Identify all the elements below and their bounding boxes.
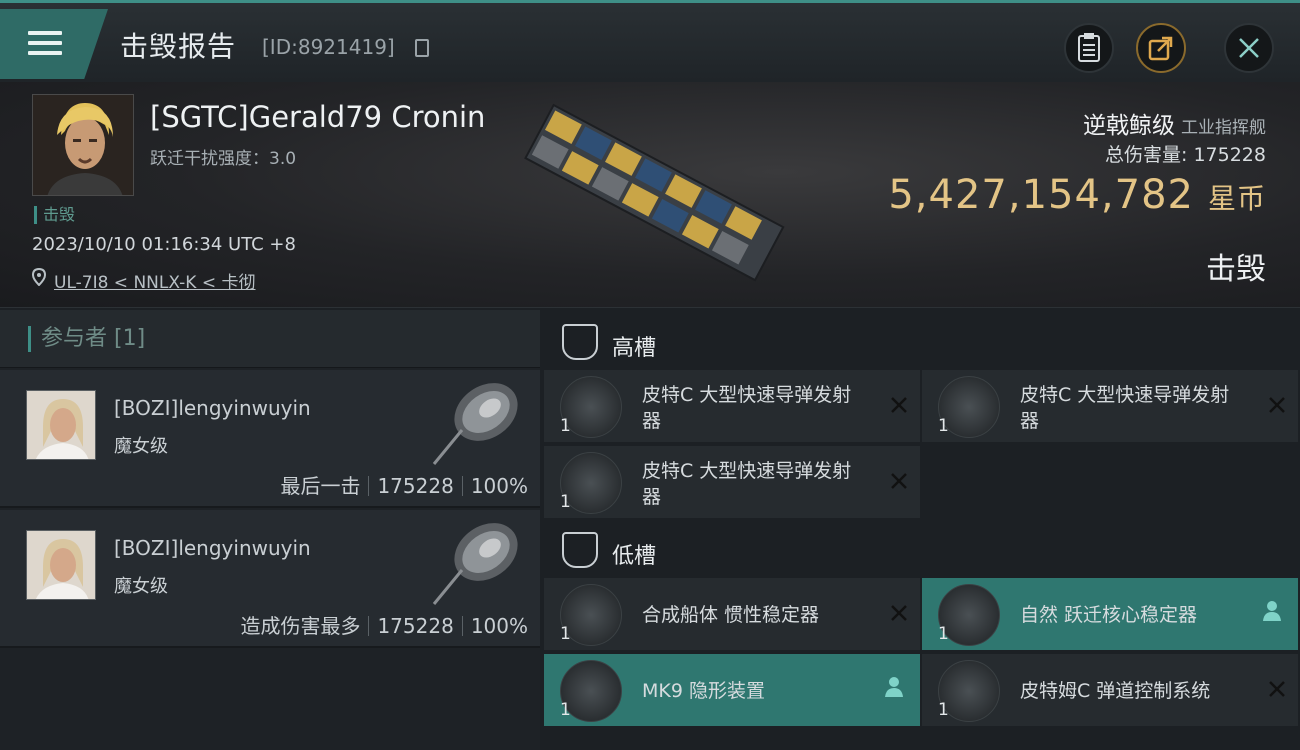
location-pin-icon xyxy=(32,268,46,286)
character-portrait xyxy=(27,531,95,599)
kill-datetime: 2023/10/10 01:16:34 UTC +8 xyxy=(32,234,296,255)
stat-divider xyxy=(368,616,370,636)
participant-role: 最后一击 xyxy=(280,474,361,498)
participants-title: 参与者 [1] xyxy=(28,326,145,352)
module-quantity: 1 xyxy=(560,416,571,436)
destroyed-x-icon xyxy=(891,473,907,489)
menu-button[interactable] xyxy=(0,9,108,79)
stat-divider xyxy=(368,476,370,496)
share-icon xyxy=(1148,36,1173,61)
warp-disruption-strength: 跃迁干扰强度：3.0 xyxy=(150,149,297,169)
module-item[interactable]: 1 皮特C 大型快速导弹发射器 xyxy=(544,370,920,442)
module-item[interactable]: 1 合成船体 惯性稳定器 xyxy=(544,578,920,650)
module-name: 合成船体 惯性稳定器 xyxy=(642,604,820,626)
module-quantity: 1 xyxy=(560,624,571,644)
high-slot-label: 高槽 xyxy=(612,336,657,361)
fittings-panel: 高槽 1 皮特C 大型快速导弹发射器 1 皮特C 大型快速导弹发射器 1 皮特C… xyxy=(542,310,1300,750)
ship-class-name: 逆戟鲸级 xyxy=(1083,113,1175,139)
destroyed-x-icon xyxy=(891,397,907,413)
menu-icon-bar xyxy=(28,41,62,45)
module-quantity: 1 xyxy=(938,700,949,720)
low-slot-icon xyxy=(562,532,598,568)
participant-damage: 175228 xyxy=(377,474,454,498)
high-slot-header: 高槽 xyxy=(542,312,1300,372)
isk-unit: 星币 xyxy=(1207,182,1266,215)
kill-summary: [SGTC]Gerald79 Cronin 跃迁干扰强度：3.0 击毁 2023… xyxy=(0,82,1300,308)
isk-value: 5,427,154,782 星币 xyxy=(888,172,1266,218)
module-quantity: 1 xyxy=(560,700,571,720)
destroyed-x-icon xyxy=(1269,397,1285,413)
person-icon xyxy=(885,677,903,697)
menu-icon xyxy=(28,31,62,35)
menu-icon-bar xyxy=(28,51,62,55)
character-portrait xyxy=(33,95,133,195)
total-damage: 总伤害量: 175228 xyxy=(1105,144,1266,166)
module-name: 皮特C 大型快速导弹发射器 xyxy=(642,384,852,432)
module-name: 皮特C 大型快速导弹发射器 xyxy=(1020,384,1230,432)
stat-divider xyxy=(461,616,463,636)
kill-status: 击毁 xyxy=(1206,252,1266,287)
participant-percent: 100% xyxy=(470,474,528,498)
participant-stats: 最后一击 175228 100% xyxy=(280,470,528,499)
participant-ship: 魔女级 xyxy=(114,576,168,597)
module-item[interactable]: 1 自然 跃迁核心稳定器 xyxy=(922,578,1298,650)
participant-role: 造成伤害最多 xyxy=(240,614,361,638)
victim-ship-class[interactable]: 逆戟鲸级 工业指挥舰 xyxy=(1083,106,1266,140)
isk-amount: 5,427,154,782 xyxy=(888,172,1194,218)
destroyed-x-icon xyxy=(891,605,907,621)
title-bar: 击毁报告 [ID:8921419] xyxy=(0,0,1300,82)
module-name: 皮特姆C 弹道控制系统 xyxy=(1020,680,1211,702)
module-quantity: 1 xyxy=(938,416,949,436)
copy-id-icon[interactable] xyxy=(415,39,429,57)
participant-ship-image xyxy=(432,383,518,465)
ship-subtype: 工业指挥舰 xyxy=(1181,118,1266,138)
module-name: 皮特C 大型快速导弹发射器 xyxy=(642,460,852,508)
module-item[interactable]: 1 皮特C 大型快速导弹发射器 xyxy=(544,446,920,518)
stat-divider xyxy=(461,476,463,496)
person-icon xyxy=(1263,601,1281,621)
participants-panel: 参与者 [1] [BOZI]lengyinwuyin 魔女级 最后一击 17522… xyxy=(0,310,540,750)
module-name: MK9 隐形装置 xyxy=(642,680,765,702)
participant-avatar[interactable] xyxy=(26,390,96,460)
close-button[interactable] xyxy=(1224,23,1274,73)
kill-location-link[interactable]: UL-7I8 < NNLX-K < 卡彻 xyxy=(54,268,256,293)
module-item[interactable]: 1 MK9 隐形装置 xyxy=(544,654,920,726)
module-quantity: 1 xyxy=(560,492,571,512)
close-icon xyxy=(1239,38,1259,58)
victim-ship-image xyxy=(524,103,785,282)
character-portrait xyxy=(27,391,95,459)
participant-ship: 魔女级 xyxy=(114,436,168,457)
participant-stats: 造成伤害最多 175228 100% xyxy=(240,610,528,639)
module-quantity: 1 xyxy=(938,624,949,644)
share-button[interactable] xyxy=(1136,23,1186,73)
kill-tag: 击毁 xyxy=(34,206,75,224)
participant-name[interactable]: [BOZI]lengyinwuyin xyxy=(114,396,311,420)
report-button[interactable] xyxy=(1064,23,1114,73)
victim-name[interactable]: [SGTC]Gerald79 Cronin xyxy=(150,100,485,134)
participant-damage: 175228 xyxy=(377,614,454,638)
participant-percent: 100% xyxy=(470,614,528,638)
participant-name[interactable]: [BOZI]lengyinwuyin xyxy=(114,536,311,560)
victim-portrait[interactable] xyxy=(32,94,134,196)
participant-avatar[interactable] xyxy=(26,530,96,600)
module-name: 自然 跃迁核心稳定器 xyxy=(1020,604,1198,626)
participant-ship-image xyxy=(432,523,518,605)
participant-row[interactable]: [BOZI]lengyinwuyin 魔女级 最后一击 175228 100% xyxy=(0,370,540,508)
clipboard-icon xyxy=(1078,33,1100,62)
low-slot-label: 低槽 xyxy=(612,544,657,569)
destroyed-x-icon xyxy=(1269,681,1285,697)
module-item[interactable]: 1 皮特C 大型快速导弹发射器 xyxy=(922,370,1298,442)
high-slot-icon xyxy=(562,324,598,360)
module-item[interactable]: 1 皮特姆C 弹道控制系统 xyxy=(922,654,1298,726)
kill-id: [ID:8921419] xyxy=(262,35,395,59)
participant-row[interactable]: [BOZI]lengyinwuyin 魔女级 造成伤害最多 175228 100% xyxy=(0,510,540,648)
page-title: 击毁报告 xyxy=(120,30,237,63)
low-slot-header: 低槽 xyxy=(542,520,1300,580)
participants-header: 参与者 [1] xyxy=(0,310,540,368)
